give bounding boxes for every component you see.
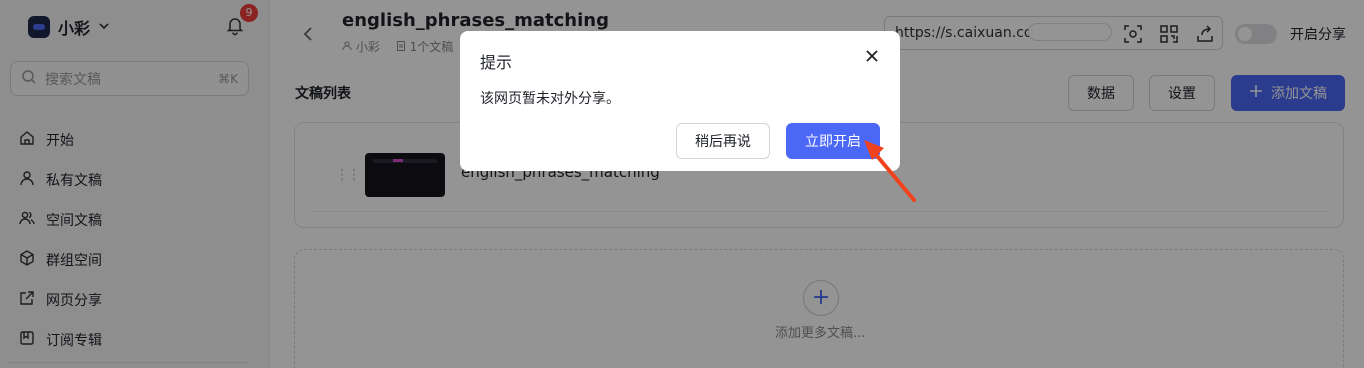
share-prompt-dialog: 提示 该网页暂未对外分享。 稍后再说 立即开启 xyxy=(460,31,900,171)
later-button[interactable]: 稍后再说 xyxy=(676,123,770,159)
dialog-message: 该网页暂未对外分享。 xyxy=(480,91,620,107)
close-icon[interactable] xyxy=(865,49,879,67)
dialog-title: 提示 xyxy=(480,53,513,72)
annotation-arrow-icon xyxy=(864,140,916,202)
